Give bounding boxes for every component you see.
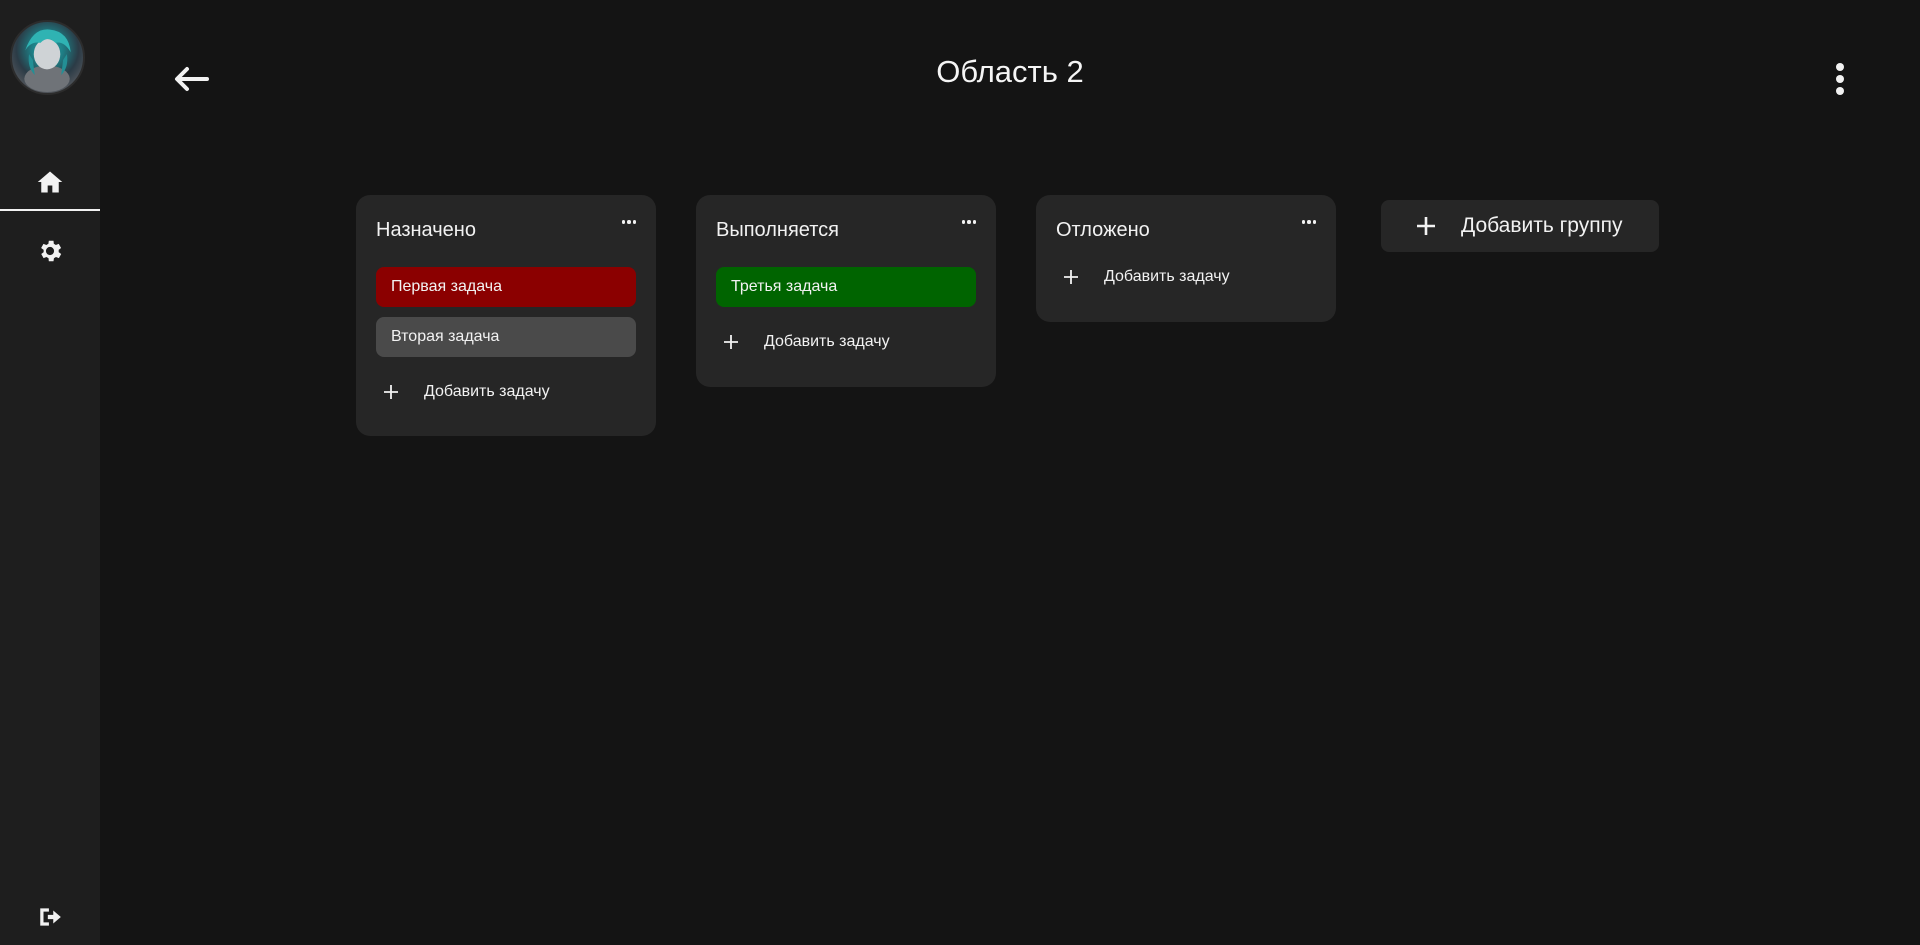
logout-icon xyxy=(40,908,61,926)
task-card[interactable]: Вторая задача xyxy=(376,317,636,357)
plus-icon xyxy=(1056,262,1086,292)
gear-icon xyxy=(41,240,62,262)
add-task-label: Добавить задачу xyxy=(1104,268,1230,285)
add-task-label: Добавить задачу xyxy=(764,333,890,350)
group-title: Выполняется xyxy=(716,219,839,241)
avatar[interactable] xyxy=(10,20,85,95)
plus-icon xyxy=(1413,213,1439,239)
add-task-button[interactable]: Добавить задачу xyxy=(376,377,550,407)
group-column: Назначено Первая задача Вторая задача До… xyxy=(356,195,656,436)
more-horizontal-icon xyxy=(621,220,626,224)
more-horizontal-icon xyxy=(961,220,966,224)
plus-icon xyxy=(716,327,746,357)
group-column: Отложено Добавить задачу xyxy=(1036,195,1336,322)
group-menu-button[interactable] xyxy=(1298,215,1320,229)
more-horizontal-icon xyxy=(1301,220,1306,224)
add-group-button[interactable]: Добавить группу xyxy=(1381,200,1659,252)
add-task-label: Добавить задачу xyxy=(424,383,550,400)
add-group-label: Добавить группу xyxy=(1461,214,1623,237)
more-vertical-icon xyxy=(1836,63,1844,71)
group-column: Выполняется Третья задача Добавить задач… xyxy=(696,195,996,387)
main-content: Область 2 Назначено Первая задача Вторая… xyxy=(100,0,1920,945)
group-title: Отложено xyxy=(1056,219,1150,241)
sidebar-item-settings[interactable] xyxy=(0,223,100,279)
avatar-image xyxy=(24,29,71,93)
plus-icon xyxy=(376,377,406,407)
more-options-button[interactable] xyxy=(1825,60,1855,98)
group-title: Назначено xyxy=(376,219,476,241)
sidebar-item-home[interactable] xyxy=(0,155,100,211)
task-card[interactable]: Третья задача xyxy=(716,267,976,307)
task-card[interactable]: Первая задача xyxy=(376,267,636,307)
sidebar xyxy=(0,0,100,945)
page-title: Область 2 xyxy=(936,54,1084,89)
group-menu-button[interactable] xyxy=(618,215,640,229)
add-task-button[interactable]: Добавить задачу xyxy=(1056,262,1230,292)
home-icon xyxy=(37,171,63,193)
group-menu-button[interactable] xyxy=(958,215,980,229)
add-task-button[interactable]: Добавить задачу xyxy=(716,327,890,357)
logout-button[interactable] xyxy=(0,889,100,945)
